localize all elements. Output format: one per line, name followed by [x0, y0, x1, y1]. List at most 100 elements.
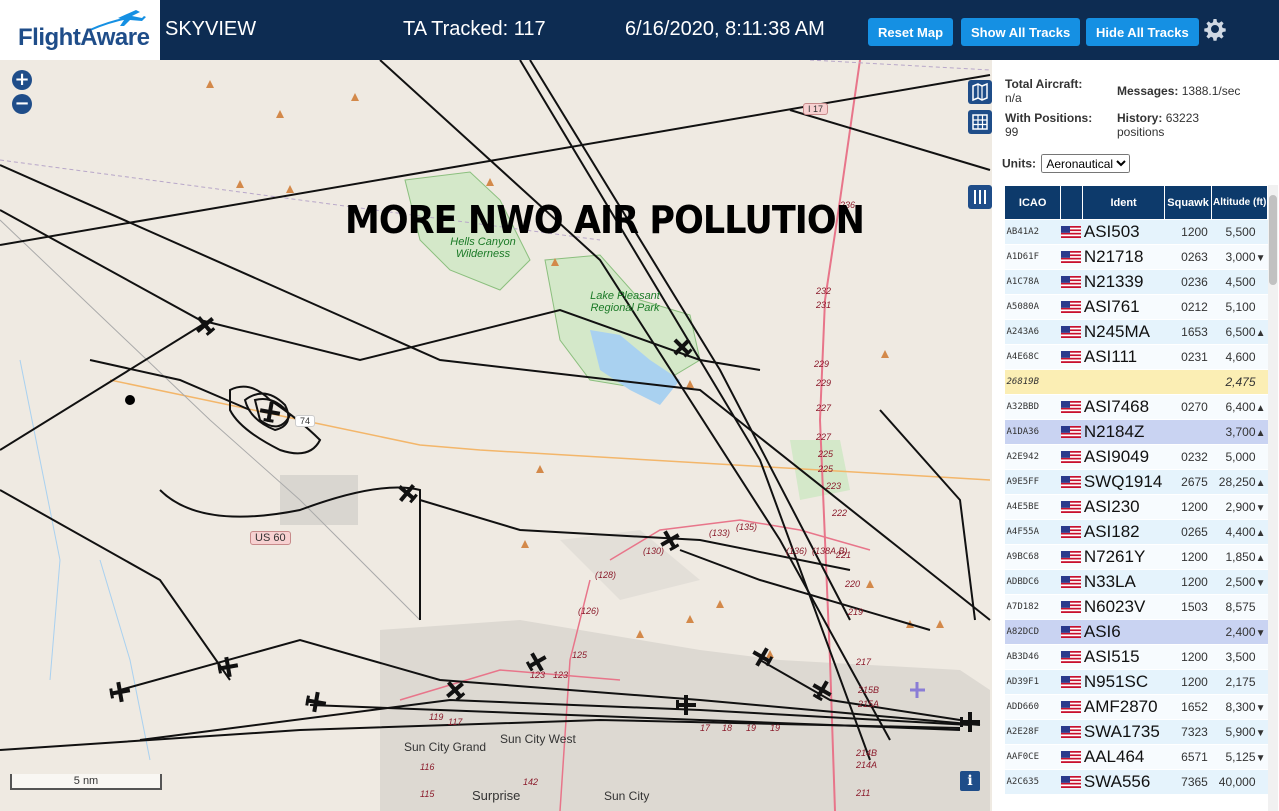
column-altitude[interactable]: Altitude (ft) [1211, 185, 1268, 220]
cell-altitude: 2,400▼ [1211, 619, 1268, 645]
table-row[interactable]: AB41A2 ASI503 1200 5,500 [1004, 219, 1268, 245]
cell-altitude: 2,475 [1211, 369, 1268, 395]
table-row[interactable]: A7D182 N6023V 1503 8,575 [1004, 594, 1268, 620]
altitude-value: 2,500 [1225, 575, 1256, 589]
column-squawk[interactable]: Squawk [1163, 185, 1213, 220]
units-select[interactable]: Aeronautical [1041, 154, 1131, 173]
zoom-out-button[interactable]: − [12, 94, 32, 114]
altitude-value: 28,250 [1218, 475, 1256, 489]
table-row[interactable]: AB3D46 ASI515 1200 3,500 [1004, 644, 1268, 670]
altitude-value: 4,600 [1225, 350, 1256, 364]
table-row[interactable]: A1DA36 N2184Z 3,700▲ [1004, 419, 1268, 445]
units-label: Units: [1002, 156, 1036, 171]
route-label: (135) [736, 522, 758, 532]
messages-value: 1388.1/sec [1181, 84, 1241, 98]
cell-flag [1060, 594, 1083, 620]
altitude-value: 40,000 [1218, 775, 1256, 789]
label-route-74: 74 [295, 415, 316, 427]
table-row[interactable]: A82DCD ASI6 2,400▼ [1004, 619, 1268, 645]
table-row[interactable]: AD39F1 N951SC 1200 2,175 [1004, 669, 1268, 695]
cell-icao: A4E68C [1004, 344, 1061, 370]
map-view[interactable]: Hells Canyon Wilderness Lake Pleasant Re… [0, 60, 992, 811]
table-row[interactable]: A5080A ASI761 0212 5,100 [1004, 294, 1268, 320]
route-label: 119 [429, 712, 444, 722]
altitude-value: 8,300 [1225, 700, 1256, 714]
us-flag-icon [1060, 351, 1081, 364]
grid-icon [972, 114, 988, 130]
scrollbar-thumb[interactable] [1269, 195, 1277, 285]
us-flag-icon [1060, 226, 1081, 239]
table-scrollbar[interactable] [1268, 185, 1278, 811]
cell-altitude: 8,575 [1211, 594, 1268, 620]
table-row[interactable]: A243A6 N245MA 1653 6,500▲ [1004, 319, 1268, 345]
history-stat: History: 63223 positions [1117, 111, 1237, 139]
altitude-value: 5,125 [1225, 750, 1256, 764]
cell-altitude: 40,000 [1211, 769, 1268, 795]
cell-ident: N7261Y [1082, 544, 1165, 570]
cell-flag [1060, 344, 1083, 370]
route-label: 231 [816, 300, 832, 310]
us-flag-icon [1060, 426, 1081, 439]
cell-squawk [1164, 369, 1212, 395]
us-flag-icon [1060, 701, 1081, 714]
cell-ident: N2184Z [1082, 419, 1165, 445]
table-row[interactable]: 26819B 2,475 [1004, 369, 1268, 395]
us-flag-icon [1060, 551, 1081, 564]
table-row[interactable]: A32BBD ASI7468 0270 6,400▲ [1004, 394, 1268, 420]
route-label: (138A,B) [812, 546, 848, 556]
table-row[interactable]: ADD660 AMF2870 1652 8,300▼ [1004, 694, 1268, 720]
cell-flag [1060, 744, 1083, 770]
hide-all-tracks-button[interactable]: Hide All Tracks [1086, 18, 1199, 46]
cell-ident: SWA556 [1082, 769, 1165, 795]
flightaware-logo[interactable]: FlightAware [0, 0, 160, 60]
table-row[interactable]: A2C635 SWA556 7365 40,000 [1004, 769, 1268, 795]
altitude-value: 6,500 [1225, 325, 1256, 339]
cell-ident: ASI6 [1082, 619, 1165, 645]
total-aircraft-stat: Total Aircraft: n/a [1005, 77, 1115, 105]
cell-flag [1060, 619, 1083, 645]
cell-squawk: 1200 [1164, 644, 1212, 670]
toggle-panel-button[interactable] [968, 185, 992, 209]
column-flag[interactable] [1060, 185, 1084, 220]
cell-icao: A1DA36 [1004, 419, 1061, 445]
table-row[interactable]: A4E5BE ASI230 1200 2,900▼ [1004, 494, 1268, 520]
table-row[interactable]: A2E942 ASI9049 0232 5,000 [1004, 444, 1268, 470]
cell-flag [1060, 419, 1083, 445]
show-all-tracks-button[interactable]: Show All Tracks [961, 18, 1081, 46]
table-row[interactable]: ADBDC6 N33LA 1200 2,500▼ [1004, 569, 1268, 595]
route-label: 225 [818, 449, 834, 459]
cell-flag [1060, 719, 1083, 745]
cell-altitude: 5,100 [1211, 294, 1268, 320]
altitude-value: 6,400 [1225, 400, 1256, 414]
table-row[interactable]: A4F55A ASI182 0265 4,400▲ [1004, 519, 1268, 545]
gear-icon[interactable] [1203, 17, 1227, 41]
column-ident[interactable]: Ident [1082, 185, 1165, 220]
cell-altitude: 4,400▲ [1211, 519, 1268, 545]
cell-squawk: 0231 [1164, 344, 1212, 370]
altitude-trend: ▼ [1255, 753, 1266, 764]
reset-map-button[interactable]: Reset Map [868, 18, 954, 46]
cell-icao: A9BC68 [1004, 544, 1061, 570]
column-icao[interactable]: ICAO [1003, 185, 1062, 220]
cell-squawk [1164, 619, 1212, 645]
cell-icao: ADD660 [1004, 694, 1061, 720]
table-row[interactable]: A9E5FF SWQ1914 2675 28,250▲ [1004, 469, 1268, 495]
table-row[interactable]: A2E28F SWA1735 7323 5,900▼ [1004, 719, 1268, 745]
zoom-in-button[interactable]: + [12, 70, 32, 90]
altitude-value: 5,000 [1225, 450, 1256, 464]
map-layers-button[interactable] [968, 80, 992, 104]
table-row[interactable]: A9BC68 N7261Y 1200 1,850▲ [1004, 544, 1268, 570]
cell-ident: SWQ1914 [1082, 469, 1165, 495]
table-row[interactable]: A4E68C ASI111 0231 4,600 [1004, 344, 1268, 370]
cell-squawk: 1652 [1164, 694, 1212, 720]
info-button[interactable]: i [960, 771, 980, 791]
table-row[interactable]: AAF0CE AAL464 6571 5,125▼ [1004, 744, 1268, 770]
map-grid-button[interactable] [968, 110, 992, 134]
table-row[interactable]: A1D61F N21718 0263 3,000▼ [1004, 244, 1268, 270]
cell-squawk: 1200 [1164, 669, 1212, 695]
aircraft-panel: Total Aircraft: n/a Messages: 1388.1/sec… [992, 60, 1279, 811]
cell-squawk: 1200 [1164, 569, 1212, 595]
cell-altitude: 4,500 [1211, 269, 1268, 295]
us-flag-icon [1060, 676, 1081, 689]
table-row[interactable]: A1C78A N21339 0236 4,500 [1004, 269, 1268, 295]
